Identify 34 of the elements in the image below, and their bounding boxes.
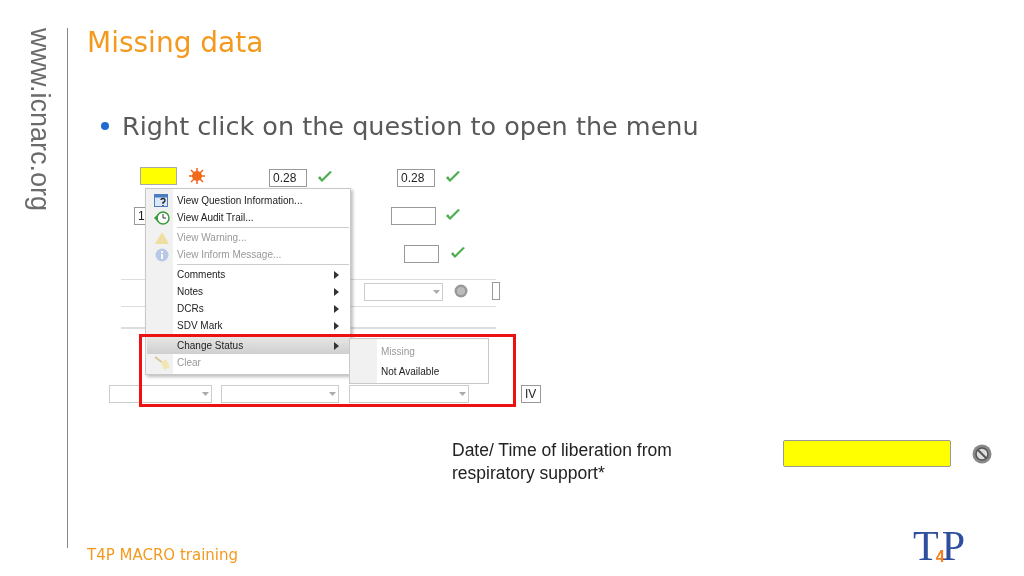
menu-item[interactable]: Comments <box>147 266 349 283</box>
bullet-text: Right click on the question to open the menu <box>122 110 699 142</box>
menu-item[interactable]: View Question Information... <box>147 192 349 209</box>
question-label: Date/ Time of liberation from respiratory support* <box>452 439 673 485</box>
input-field[interactable] <box>492 282 500 300</box>
website-url: www.icnarc.org <box>24 28 55 212</box>
menu-item[interactable]: Change Status <box>147 337 349 354</box>
menu-item[interactable]: Not Available <box>350 361 488 381</box>
caret-icon <box>329 392 336 396</box>
clock-icon <box>154 209 170 226</box>
warning-icon <box>154 230 170 245</box>
input-field[interactable] <box>783 440 951 467</box>
info-icon <box>155 247 169 262</box>
input-field[interactable]: 0.28 <box>397 169 435 187</box>
menu-item[interactable]: SDV Mark <box>147 317 349 337</box>
submenu-arrow-icon <box>334 341 339 350</box>
logo: T4P <box>913 526 965 566</box>
caret-icon <box>459 392 466 396</box>
info-window-icon <box>154 192 170 209</box>
broom-icon <box>154 354 170 371</box>
menu-item[interactable]: View Audit Trail... <box>147 209 349 229</box>
menu-item[interactable]: DCRs <box>147 300 349 317</box>
caret-icon <box>202 392 209 396</box>
caret-icon <box>433 290 440 294</box>
input-field[interactable]: IV <box>521 385 541 403</box>
menu-item[interactable]: Notes <box>147 283 349 300</box>
input-field[interactable]: 0.28 <box>269 169 307 187</box>
input-field[interactable] <box>391 207 436 225</box>
bullet-icon <box>101 122 109 130</box>
input-field[interactable] <box>404 245 439 263</box>
dropdown[interactable] <box>109 385 212 403</box>
footer-text: T4P MACRO training <box>87 546 239 564</box>
input-field[interactable] <box>140 167 177 185</box>
slide-title: Missing data <box>87 25 264 61</box>
